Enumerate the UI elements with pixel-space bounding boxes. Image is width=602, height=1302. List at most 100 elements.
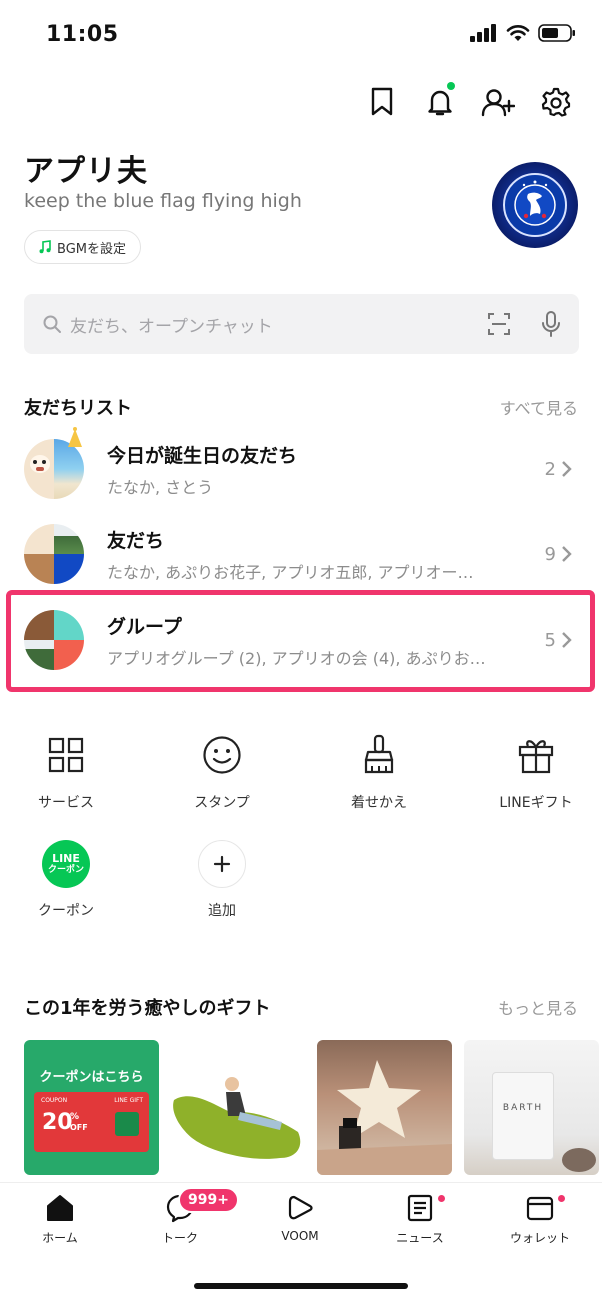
service-item-line-gift[interactable]: LINEギフト	[476, 732, 596, 812]
notification-bell-icon[interactable]	[422, 82, 458, 120]
service-item-services[interactable]: サービス	[6, 732, 126, 812]
home-indicator	[194, 1283, 408, 1289]
plus-icon	[198, 840, 246, 888]
status-icons	[470, 24, 576, 42]
highlight-frame	[6, 590, 595, 692]
wallet-dot	[558, 1195, 565, 1202]
service-item-themes[interactable]: 着せかえ	[319, 732, 439, 812]
nav-label: ホーム	[42, 1231, 78, 1245]
aroma-products-image	[317, 1060, 452, 1175]
nav-news[interactable]: ニュース	[370, 1193, 470, 1246]
nav-label: ニュース	[396, 1231, 444, 1245]
search-icon	[43, 315, 61, 333]
friends-list-title: 友だちリスト	[24, 398, 132, 419]
nav-label: ウォレット	[509, 1231, 570, 1245]
nav-label: トーク	[161, 1231, 198, 1245]
cellular-signal-icon	[470, 24, 496, 42]
status-time: 11:05	[46, 22, 119, 47]
friends-thumbnail	[24, 524, 84, 584]
row-title: 友だち	[107, 529, 165, 552]
gift-box-image	[115, 1112, 139, 1136]
nav-home[interactable]: ホーム	[10, 1193, 110, 1246]
see-more-link[interactable]: もっと見る	[498, 995, 578, 1019]
brush-icon	[356, 732, 402, 778]
search-bar[interactable]: 友だち、オープンチャット	[24, 294, 579, 354]
chelsea-crest-icon	[503, 173, 567, 237]
music-note-icon	[39, 240, 51, 254]
service-label: 追加	[208, 903, 236, 919]
coupon-headline: クーポンはこちら	[39, 1070, 144, 1085]
coupon-gift-card[interactable]: クーポンはこちら COUPON LINE GIFT 20 % OFF	[24, 1040, 159, 1175]
brown-bear-image	[24, 439, 54, 499]
beanbag-gift-card[interactable]	[170, 1040, 305, 1175]
home-icon	[47, 1195, 73, 1221]
nav-label: VOOM	[281, 1229, 319, 1243]
coupon-ticket: COUPON LINE GIFT 20 % OFF	[34, 1092, 149, 1152]
grid-icon	[43, 732, 89, 778]
news-dot	[438, 1195, 445, 1202]
profile-name[interactable]: アプリ夫	[24, 146, 148, 190]
qr-scan-icon[interactable]	[487, 312, 511, 336]
unread-badge: 999+	[178, 1187, 239, 1213]
towel-image	[562, 1148, 596, 1172]
service-label: スタンプ	[194, 795, 250, 811]
row-count: 9	[545, 544, 572, 565]
coupon-icon-sub-text: クーポン	[47, 864, 84, 875]
bath-brand-label: BARTH	[502, 1103, 544, 1113]
bath-gift-card[interactable]: BARTH	[464, 1040, 599, 1175]
aroma-gift-card[interactable]	[317, 1040, 452, 1175]
service-label: クーポン	[38, 903, 94, 919]
service-label: 着せかえ	[351, 795, 407, 811]
gift-icon	[513, 732, 559, 778]
discount-percent: 20	[42, 1110, 73, 1135]
smiley-icon	[199, 732, 245, 778]
battery-icon	[538, 24, 575, 42]
row-count-value: 2	[544, 458, 556, 480]
row-subtitle: たなか, あぷりお花子, アプリオ五郎, アプリオー…	[107, 562, 474, 582]
line-gift-tag: LINE GIFT	[114, 1097, 143, 1104]
profile-avatar[interactable]	[492, 162, 578, 248]
set-bgm-label: BGMを設定	[57, 241, 126, 257]
nav-talk[interactable]: トーク 999+	[130, 1187, 239, 1246]
microphone-icon[interactable]	[541, 311, 561, 337]
line-coupon-icon: LINE クーポン	[42, 840, 90, 888]
chelsea-image	[54, 554, 84, 584]
notification-dot	[447, 82, 455, 90]
nav-voom[interactable]: VOOM	[250, 1193, 350, 1243]
party-hat-icon	[68, 427, 82, 447]
profile-status-message[interactable]: keep the blue flag flying high	[24, 190, 302, 212]
bath-product-package: BARTH	[492, 1072, 554, 1160]
row-count: 2	[545, 459, 572, 480]
row-subtitle: たなか, さとう	[107, 477, 214, 497]
service-item-add[interactable]: 追加	[162, 840, 282, 920]
coupon-icon-line-text: LINE	[52, 851, 80, 865]
row-count-value: 9	[544, 543, 556, 565]
list-item-birthday-friends[interactable]: 今日が誕生日の友だち たなか, さとう 2	[0, 427, 602, 511]
service-label: サービス	[38, 795, 94, 811]
brown-image	[24, 554, 54, 584]
cony-image	[24, 524, 54, 554]
service-label: LINEギフト	[499, 795, 573, 811]
coupon-tag: COUPON	[41, 1097, 68, 1104]
add-friend-icon[interactable]	[480, 84, 516, 120]
row-title: 今日が誕生日の友だち	[107, 444, 298, 467]
settings-gear-icon[interactable]	[538, 84, 574, 120]
wifi-icon	[506, 25, 530, 41]
service-item-coupon[interactable]: LINE クーポン クーポン	[6, 840, 126, 920]
gift-section-title: この1年を労う癒やしのギフト	[24, 998, 271, 1019]
see-all-link[interactable]: すべて見る	[500, 395, 578, 419]
nav-wallet[interactable]: ウォレット	[490, 1193, 590, 1246]
plant-image	[54, 524, 84, 554]
wallet-icon	[526, 1196, 554, 1221]
list-item-friends[interactable]: 友だち たなか, あぷりお花子, アプリオ五郎, アプリオー… 9	[0, 512, 602, 596]
search-placeholder: 友だち、オープンチャット	[70, 316, 273, 337]
service-item-stickers[interactable]: スタンプ	[162, 732, 282, 812]
bookmark-icon[interactable]	[364, 84, 400, 120]
beanbag-image	[173, 1077, 301, 1159]
voom-icon	[288, 1195, 313, 1220]
set-bgm-button[interactable]: BGMを設定	[24, 230, 141, 264]
discount-percent-sign: %	[70, 1112, 80, 1122]
news-icon	[407, 1194, 433, 1222]
chevron-right-icon	[562, 546, 572, 562]
chevron-right-icon	[562, 461, 572, 477]
